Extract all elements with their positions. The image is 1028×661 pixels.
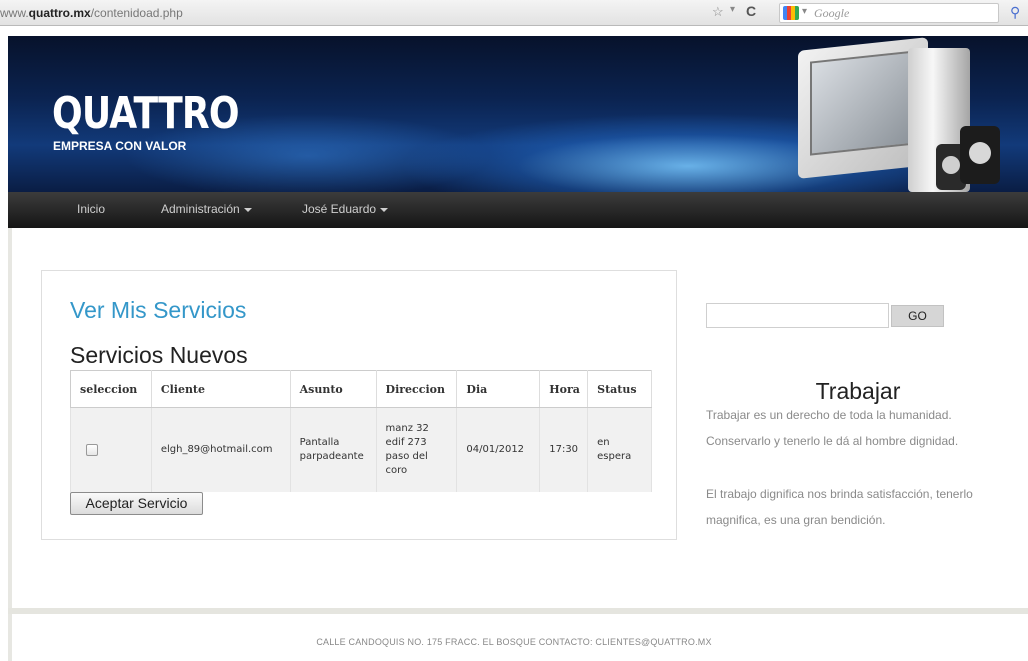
cliente-cell: elgh_89@hotmail.com <box>151 407 291 492</box>
nav-item-label: José Eduardo <box>302 202 377 216</box>
select-service-checkbox[interactable] <box>86 443 98 456</box>
sidebar-title: Trabajar <box>815 378 901 404</box>
asunto-cell: Pantalla parpadeante <box>290 407 377 492</box>
search-icon[interactable]: ⚲ <box>1010 4 1020 21</box>
services-panel: Ver Mis Servicios Servicios Nuevos selec… <box>41 270 677 540</box>
footer-address: CALLE CANDOQUIS NO. 175 FRACC. EL BOSQUE… <box>316 637 712 647</box>
nav-item-label: Inicio <box>77 202 106 216</box>
site-header-banner: QUATTRO EMPRESA CON VALOR <box>8 36 1028 192</box>
nav-item-administracion[interactable]: Administración <box>161 202 252 216</box>
search-engine-dropdown-icon[interactable]: ▾ <box>802 6 807 17</box>
google-logo-icon[interactable] <box>783 6 799 20</box>
accept-service-button[interactable]: Aceptar Servicio <box>70 492 203 515</box>
browser-search-placeholder: Google <box>814 6 850 20</box>
page-side-border <box>8 228 12 661</box>
url-prefix: www. <box>0 6 29 20</box>
status-cell: en espera <box>587 407 652 492</box>
main-nav: Inicio Administración José Eduardo <box>8 192 1028 228</box>
site-tagline: EMPRESA CON VALOR <box>53 139 187 153</box>
column-header-dia: Dia <box>456 370 541 408</box>
search-input[interactable] <box>706 303 889 328</box>
nav-item-inicio[interactable]: Inicio <box>77 202 105 216</box>
footer-divider <box>8 608 1028 614</box>
browser-address-bar: www.quattro.mx/contenidoad.php ☆ ▾ C ▾ G… <box>0 0 1028 26</box>
direccion-cell: manz 32 edif 273 paso del coro <box>376 407 458 492</box>
services-table: seleccion Cliente Asunto Direccion Dia H… <box>70 370 652 492</box>
chevron-down-icon <box>380 207 389 212</box>
column-header-asunto: Asunto <box>290 370 377 408</box>
url-tools: ☆ ▾ C <box>712 3 772 22</box>
site-logo[interactable]: QUATTRO <box>52 88 240 139</box>
column-header-seleccion: seleccion <box>70 370 152 408</box>
sidebar-paragraph: El trabajo dignifica nos brinda satisfac… <box>706 487 973 527</box>
status-text: en espera <box>597 436 632 462</box>
bookmark-star-icon[interactable]: ☆ <box>712 4 724 20</box>
hora-cell: 17:30 <box>539 407 589 492</box>
table-row: elgh_89@hotmail.com Pantalla parpadeante… <box>70 407 652 492</box>
sidebar-paragraph: Trabajar es un derecho de toda la humani… <box>706 408 959 448</box>
column-header-cliente: Cliente <box>151 370 291 408</box>
go-button[interactable]: GO <box>891 305 944 327</box>
column-header-status: Status <box>587 370 652 408</box>
history-dropdown-icon[interactable]: ▾ <box>730 4 735 15</box>
dia-cell: 04/01/2012 <box>456 407 541 492</box>
url-field[interactable]: www.quattro.mx/contenidoad.php <box>0 4 700 22</box>
browser-search-box[interactable]: ▾ Google <box>779 3 999 23</box>
monitor-screen <box>810 50 914 156</box>
chevron-down-icon <box>243 207 252 212</box>
direccion-text: manz 32 edif 273 paso del coro <box>385 422 429 476</box>
section-title: Servicios Nuevos <box>70 342 248 368</box>
column-header-direccion: Direccion <box>376 370 458 408</box>
speaker-illustration <box>960 126 1000 184</box>
nav-item-label: Administración <box>161 202 240 216</box>
reload-icon[interactable]: C <box>746 3 756 19</box>
page-title: Ver Mis Servicios <box>70 297 247 323</box>
asunto-text: Pantalla parpadeante <box>299 436 364 462</box>
table-header-row: seleccion Cliente Asunto Direccion Dia H… <box>70 370 652 408</box>
url-path: /contenidoad.php <box>90 6 183 20</box>
column-header-hora: Hora <box>539 370 589 408</box>
nav-item-user[interactable]: José Eduardo <box>302 202 389 216</box>
url-domain: quattro.mx <box>28 6 91 20</box>
select-cell <box>70 407 152 492</box>
